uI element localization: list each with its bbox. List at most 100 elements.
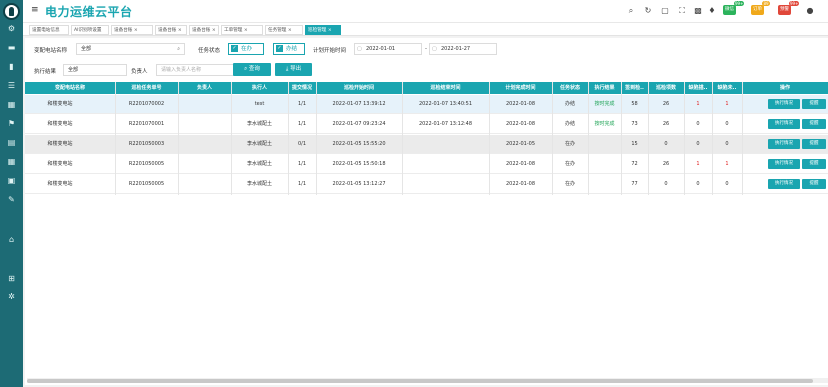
table-row[interactable]: 和楼变电站 R2201070002 test 1/1 2022-01-07 13… — [25, 95, 828, 114]
col-defect1[interactable]: 缺陷描.. — [684, 82, 712, 94]
row-remind-button[interactable]: 提醒 — [802, 99, 826, 109]
date-to-input[interactable]: ▢ 2022-01-27 — [429, 43, 497, 55]
col-divider — [648, 82, 649, 195]
row-detail-button[interactable]: 执行情况 — [768, 139, 800, 149]
col-exec[interactable]: 执行人 — [231, 82, 288, 94]
tab-5[interactable]: 设备台账 × — [189, 25, 219, 35]
col-sign[interactable]: 签到检.. — [621, 82, 648, 94]
col-station[interactable]: 变配电站名称 — [25, 82, 115, 94]
badge-alert[interactable]: 预警 — [778, 5, 791, 15]
col-status[interactable]: 任务状态 — [552, 82, 588, 94]
badge-alert-count: 99+ — [789, 1, 800, 6]
status-checkbox-finished[interactable]: 办结 — [273, 43, 305, 55]
table-row[interactable]: 和楼变电站 R2201050003 李水城配土 0/1 2022-01-05 1… — [25, 135, 828, 154]
status-label: 任务状态 — [198, 48, 221, 54]
tab-7[interactable]: 任务管理 × — [265, 25, 303, 35]
row-detail-button[interactable]: 执行情况 — [768, 159, 800, 169]
row-remind-button[interactable]: 提醒 — [802, 139, 826, 149]
col-divider — [288, 82, 289, 195]
chart-icon[interactable]: ▮ — [6, 62, 17, 71]
table-row[interactable]: 和楼变电站 R2201050005 李水城配土 1/1 2022-01-05 1… — [25, 155, 828, 174]
col-start[interactable]: 巡检开始时间 — [316, 82, 402, 94]
col-divider — [115, 82, 116, 195]
folder-icon[interactable]: ▬ — [6, 43, 17, 52]
qrcode-icon[interactable]: ▩ — [693, 6, 703, 15]
col-submit[interactable]: 提交情况 — [288, 82, 316, 94]
exec-result-select[interactable]: 全部 — [63, 64, 127, 76]
station-select[interactable]: 全部 ⌕ — [76, 43, 185, 55]
menu-toggle-icon[interactable]: ≡ — [31, 5, 39, 15]
map-pin-icon[interactable]: ⚙ — [6, 24, 17, 33]
table-header: 变配电站名称 巡检任务单号 负责人 执行人 提交情况 巡检开始时间 巡检结束时间… — [25, 82, 828, 94]
col-divider — [588, 82, 589, 195]
col-divider — [178, 82, 179, 195]
calendar-icon: ▢ — [432, 46, 437, 52]
col-divider — [316, 82, 317, 195]
shirt-icon[interactable]: ♦ — [707, 6, 717, 15]
badge-order[interactable]: 订单 — [751, 5, 764, 15]
app-title: 电力运维云平台 — [45, 5, 133, 19]
scrollbar-thumb[interactable] — [27, 379, 813, 383]
row-detail-button[interactable]: 执行情况 — [768, 179, 800, 189]
tools-icon[interactable]: ✲ — [6, 292, 17, 301]
badge-wechat[interactable]: 微信 — [723, 5, 736, 15]
tab-2[interactable]: AI识别项设置 — [71, 25, 109, 35]
table-icon[interactable]: ▦ — [6, 157, 17, 166]
calendar-icon: ▢ — [357, 46, 362, 52]
col-result[interactable]: 执行结果 — [588, 82, 621, 94]
row-remind-button[interactable]: 提醒 — [802, 159, 826, 169]
clipboard-icon[interactable]: ▢ — [660, 6, 670, 15]
status-checkbox-ongoing[interactable]: 在办 — [228, 43, 264, 55]
col-divider — [402, 82, 403, 195]
col-lead[interactable]: 负责人 — [178, 82, 231, 94]
app-logo — [3, 3, 20, 20]
query-button[interactable]: ⌕ 查询 — [233, 63, 271, 76]
col-action[interactable]: 操作 — [742, 82, 828, 94]
col-divider — [621, 82, 622, 195]
tab-4[interactable]: 设备台账 × — [155, 25, 187, 35]
row-remind-button[interactable]: 提醒 — [802, 119, 826, 129]
col-plan[interactable]: 计划完成时间 — [489, 82, 552, 94]
fullscreen-icon[interactable]: ⛶ — [677, 6, 687, 16]
horizontal-scrollbar[interactable] — [27, 378, 828, 383]
col-defect2[interactable]: 缺陷未.. — [712, 82, 742, 94]
date-separator: - — [425, 46, 427, 52]
col-divider — [552, 82, 553, 195]
sidebar: ⚙ ▬ ▮ ☰ ▦ ⚑ ▤ ▦ ▣ ✎ ⌂ ⊞ ✲ — [0, 0, 23, 387]
col-order[interactable]: 巡检任务单号 — [115, 82, 178, 94]
tab-3[interactable]: 设备台账 × — [111, 25, 153, 35]
badge-order-count: 89 — [762, 1, 770, 6]
document-icon[interactable]: ▤ — [6, 138, 17, 147]
tab-6[interactable]: 工单管理 × — [221, 25, 263, 35]
col-items[interactable]: 巡检项数 — [648, 82, 684, 94]
search-icon[interactable]: ⌕ — [626, 6, 636, 16]
exec-result-label: 执行结果 — [34, 69, 57, 75]
row-detail-button[interactable]: 执行情况 — [768, 119, 800, 129]
person-label: 负责人 — [131, 69, 148, 75]
tab-bar: 设置电站信息 AI识别项设置 设备台账 × 设备台账 × 设备台账 × 工单管理… — [23, 22, 828, 36]
col-divider — [231, 82, 232, 195]
flag-icon[interactable]: ⚑ — [6, 119, 17, 128]
home-icon[interactable]: ⌂ — [6, 235, 17, 244]
row-remind-button[interactable]: 提醒 — [802, 179, 826, 189]
export-button[interactable]: ⤓ 导出 — [275, 63, 312, 76]
tab-active[interactable]: 巡检管理 × — [305, 25, 341, 35]
col-divider — [712, 82, 713, 195]
settings-grid-icon[interactable]: ⊞ — [6, 274, 17, 283]
table-row[interactable]: 和楼变电站 R2201050005 李水城配土 1/1 2022-01-05 1… — [25, 175, 828, 194]
list-icon[interactable]: ☰ — [6, 81, 17, 90]
search-icon[interactable]: ⌕ — [177, 44, 180, 54]
monitor-icon[interactable]: ▣ — [6, 176, 17, 185]
grid-icon[interactable]: ▦ — [6, 100, 17, 109]
tab-1[interactable]: 设置电站信息 — [29, 25, 69, 35]
row-detail-button[interactable]: 执行情况 — [768, 99, 800, 109]
col-divider — [742, 82, 743, 195]
station-label: 变配电站名称 — [34, 48, 68, 54]
date-from-input[interactable]: ▢ 2022-01-01 — [354, 43, 422, 55]
col-end[interactable]: 巡检结束时间 — [402, 82, 489, 94]
refresh-icon[interactable]: ↻ — [643, 6, 653, 15]
user-avatar-icon[interactable]: ● — [805, 6, 815, 15]
plan-time-label: 计划开始时间 — [313, 48, 347, 54]
table-row[interactable]: 和楼变电站 R2201070001 李水城配土 1/1 2022-01-07 0… — [25, 115, 828, 134]
edit-icon[interactable]: ✎ — [6, 195, 17, 204]
